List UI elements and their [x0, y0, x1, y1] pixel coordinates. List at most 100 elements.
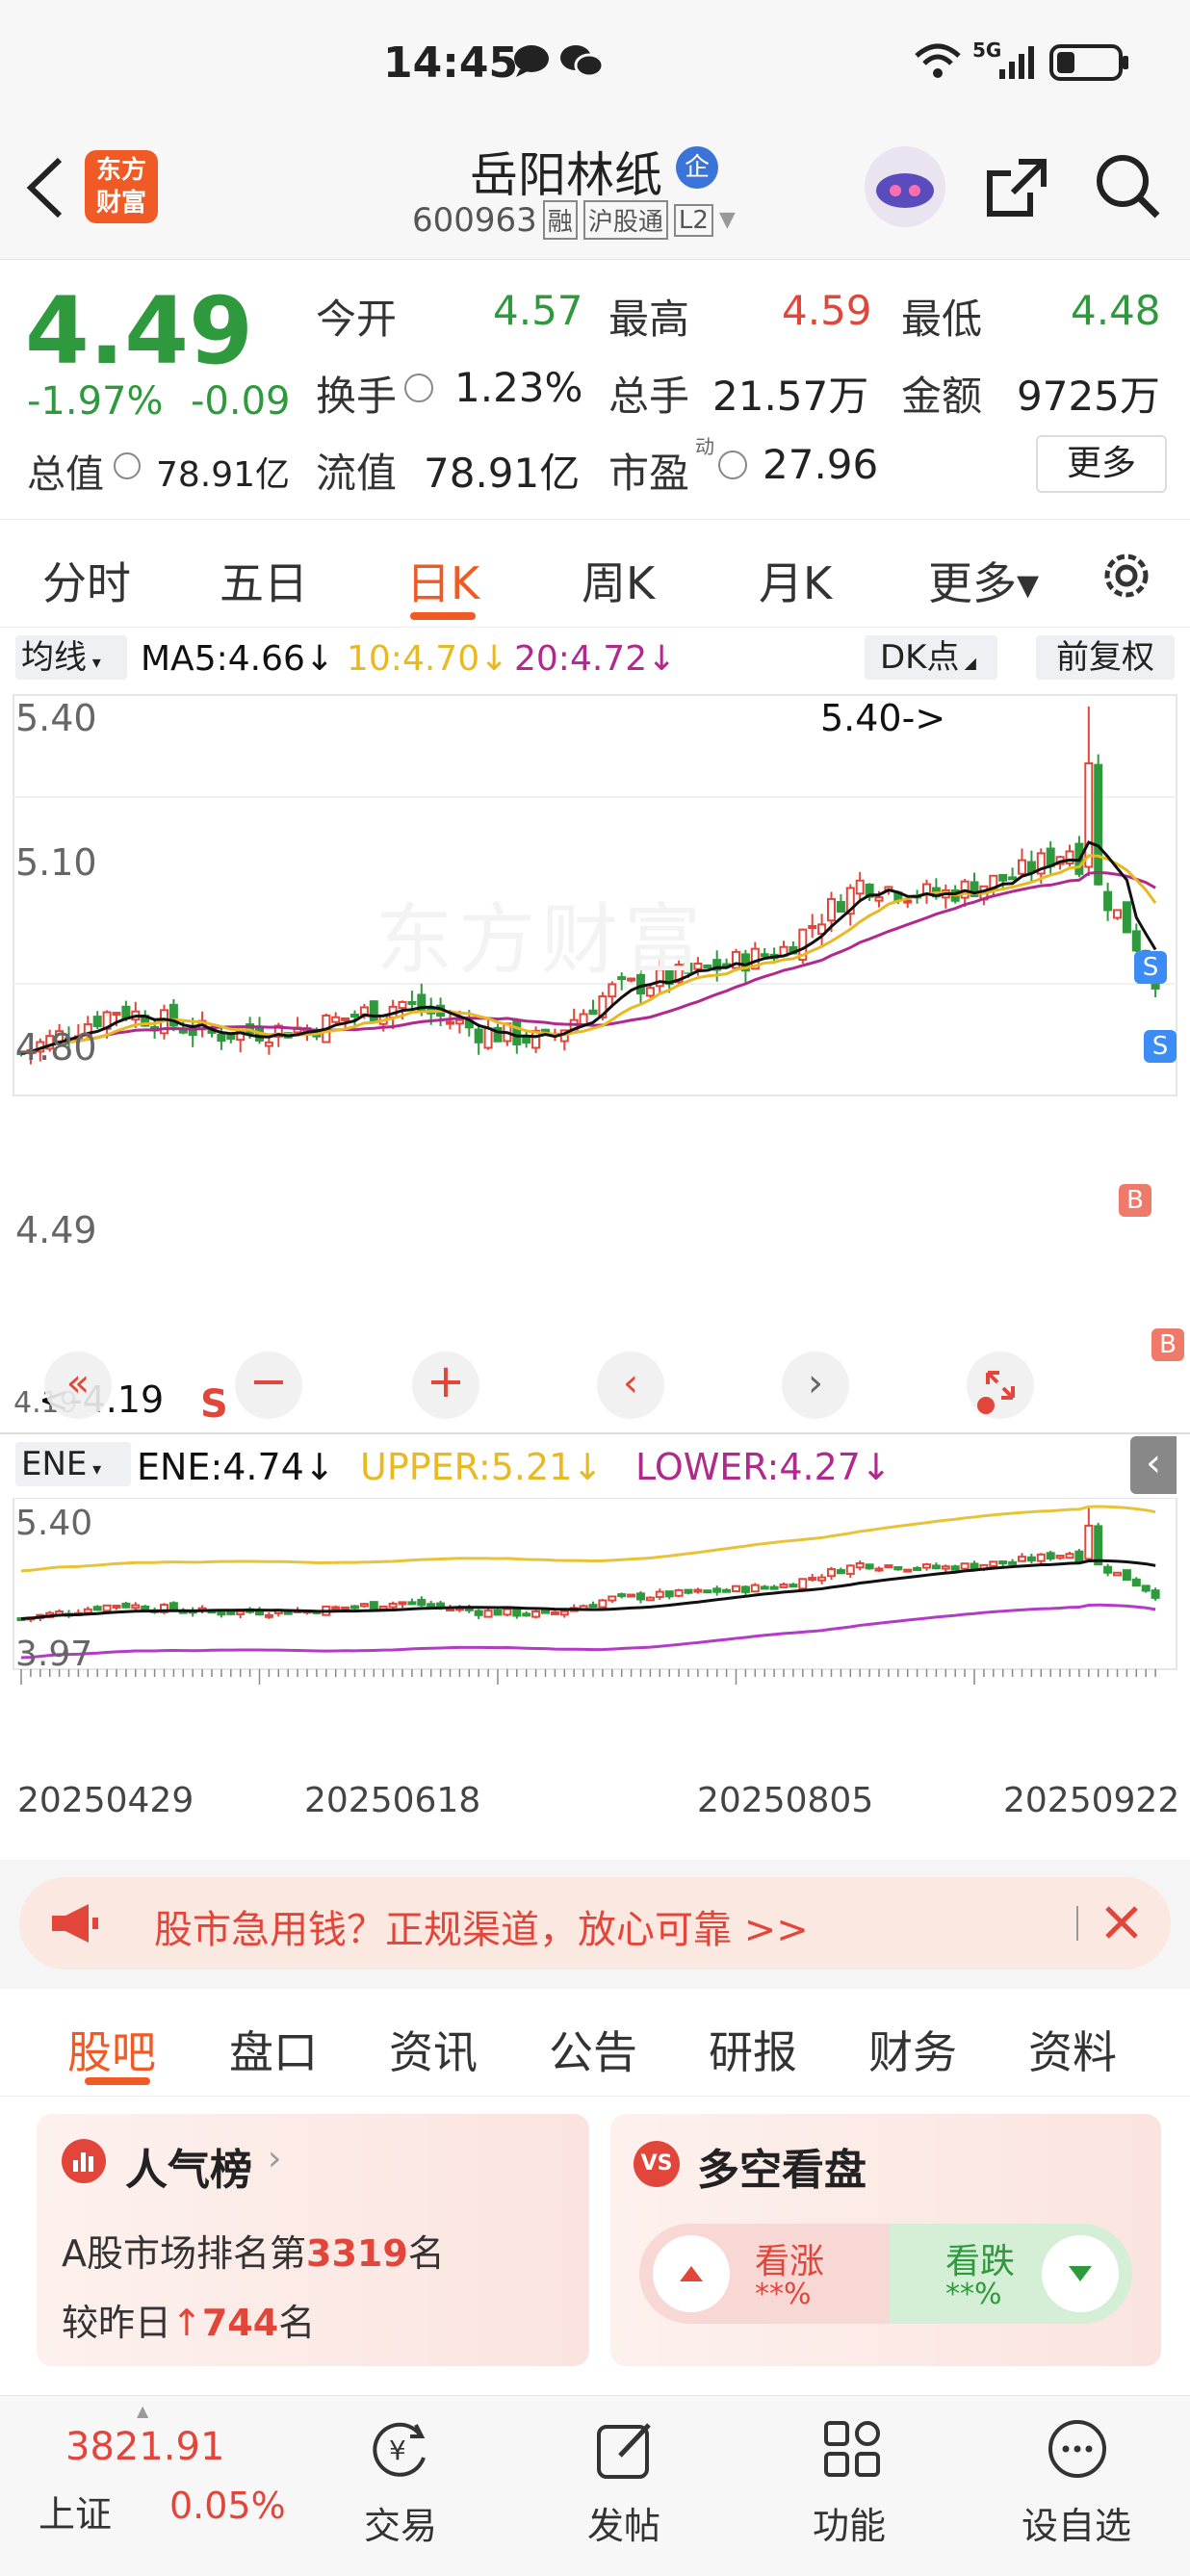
candle	[1026, 861, 1036, 874]
tab-profile[interactable]: 资料	[1028, 2018, 1117, 2081]
current-price: 4.49	[25, 277, 253, 385]
info-icon[interactable]	[718, 451, 747, 479]
zoom-in-icon[interactable]: +	[412, 1352, 479, 1419]
ene-candle	[407, 1601, 417, 1606]
tab-forum[interactable]: 股吧	[67, 2018, 156, 2081]
signal-sell-2[interactable]: S	[1144, 1030, 1177, 1063]
ene-value: ENE:4.74↓	[137, 1446, 335, 1488]
ene-candle	[903, 1568, 913, 1573]
candle	[827, 897, 836, 922]
rank-prefix: A股市场排名第	[62, 2232, 306, 2275]
ene-selector-label: ENE	[21, 1445, 88, 1483]
ene-candle	[617, 1593, 627, 1598]
index-name[interactable]: 上证	[39, 2485, 112, 2537]
dk-point-button[interactable]: DK点 ◢	[865, 635, 997, 680]
open-label: 今开	[316, 296, 398, 343]
scroll-fast-left-icon[interactable]: «	[44, 1352, 112, 1419]
bear-button[interactable]: 看跌 **%	[890, 2224, 1132, 2324]
tab-weekly-k[interactable]: 周K	[582, 549, 655, 612]
signal-buy-2[interactable]: B	[1151, 1328, 1184, 1361]
collapse-panel-icon[interactable]: ‹	[1130, 1436, 1177, 1494]
ene-selector[interactable]: ENE ▾	[15, 1442, 131, 1486]
ene-candle	[836, 1569, 845, 1575]
candle	[112, 1012, 121, 1017]
status-time: 14:45	[383, 39, 519, 88]
ene-candle	[865, 1563, 874, 1570]
fullscreen-icon[interactable]	[967, 1352, 1034, 1419]
candle	[522, 1037, 531, 1044]
functions-grid-icon[interactable]	[820, 2415, 888, 2486]
candle	[398, 1000, 407, 1010]
tab-orderbook[interactable]: 盘口	[229, 2018, 318, 2081]
nav-trade[interactable]: 交易	[333, 2496, 468, 2549]
rank-suffix: 名	[407, 2232, 445, 2275]
ene-candle	[855, 1561, 865, 1569]
tab-research[interactable]: 研报	[709, 2018, 797, 2081]
settings-gear-icon[interactable]	[1098, 547, 1155, 608]
chevron-down-icon[interactable]: ▼	[719, 208, 736, 232]
tab-announcements[interactable]: 公告	[549, 2018, 637, 2081]
stock-name: 岳阳林纸	[470, 147, 662, 203]
candle	[1008, 876, 1018, 881]
trade-icon[interactable]: ¥	[366, 2415, 433, 2486]
search-icon[interactable]	[1094, 152, 1163, 225]
high-value: 4.59	[782, 287, 872, 334]
ene-candle	[350, 1605, 359, 1610]
ad-banner[interactable]: 股市急用钱？正规渠道，放心可靠 >>	[19, 1877, 1171, 1970]
candle	[541, 1028, 550, 1033]
post-icon[interactable]	[593, 2415, 660, 2486]
more-button[interactable]: 更多	[1036, 435, 1167, 493]
amount-value: 9725万	[1017, 373, 1160, 420]
candle	[474, 1028, 483, 1043]
popularity-card[interactable]: 人气榜 › A股市场排名第3319名 较昨日↑744名	[37, 2114, 589, 2366]
ene-candle	[950, 1565, 960, 1571]
tab-five-day[interactable]: 五日	[220, 549, 308, 612]
ene-candle	[845, 1564, 855, 1575]
ene-candle	[1018, 1556, 1026, 1562]
candle	[359, 1006, 369, 1016]
ene-candle	[588, 1604, 598, 1609]
ene-candle	[503, 1608, 512, 1616]
index-value[interactable]: 3821.91	[65, 2425, 224, 2469]
info-icon[interactable]	[114, 452, 141, 479]
tab-more[interactable]: 更多▾	[928, 549, 1039, 612]
close-icon[interactable]	[1098, 1898, 1146, 1950]
y-label-top: 5.40	[15, 697, 97, 739]
add-watchlist-icon[interactable]	[1044, 2415, 1111, 2486]
divider	[0, 1432, 1190, 1434]
share-icon[interactable]	[984, 154, 1051, 225]
adjust-button[interactable]: 前复权	[1036, 635, 1175, 680]
ene-candle	[798, 1578, 808, 1590]
ad-text[interactable]: 股市急用钱？正规渠道，放心可靠 >>	[154, 1898, 809, 1954]
signal-buy-1[interactable]: B	[1119, 1184, 1151, 1217]
ene-candle	[722, 1588, 732, 1593]
ene-candle	[703, 1589, 712, 1594]
nav-post[interactable]: 发帖	[556, 2496, 691, 2549]
ene-upper: UPPER:5.21↓	[360, 1446, 604, 1488]
tab-daily-k[interactable]: 日K	[406, 549, 479, 612]
nav-functions[interactable]: 功能	[782, 2496, 917, 2549]
ene-candle	[998, 1560, 1008, 1565]
scroll-left-icon[interactable]: ‹	[597, 1352, 664, 1419]
candle	[836, 901, 845, 914]
tab-finance[interactable]: 财务	[868, 2018, 957, 2081]
back-icon[interactable]	[21, 154, 69, 225]
assistant-avatar[interactable]	[865, 146, 945, 227]
candle	[92, 1016, 102, 1027]
info-icon[interactable]	[404, 374, 433, 402]
nav-add-watchlist[interactable]: 设自选	[1009, 2496, 1144, 2549]
scroll-right-icon[interactable]: ›	[782, 1352, 849, 1419]
ma-selector[interactable]: 均线 ▾	[15, 635, 127, 680]
bull-button[interactable]: 看涨 **%	[639, 2224, 890, 2324]
tab-intraday[interactable]: 分时	[42, 549, 131, 612]
tab-news[interactable]: 资讯	[389, 2018, 478, 2081]
float-value: 78.91亿	[424, 450, 581, 497]
ene-chart[interactable]	[0, 1498, 1190, 1758]
tab-monthly-k[interactable]: 月K	[759, 549, 832, 612]
signal-sell-1[interactable]: S	[1134, 951, 1167, 984]
eastmoney-logo[interactable]: 东方 财富	[85, 150, 158, 223]
index-change[interactable]: 0.05%	[169, 2485, 286, 2527]
low-value: 4.48	[1071, 287, 1161, 334]
kline-chart-area: 均线 ▾ MA5:4.66↓ 10:4.70↓ 20:4.72↓ DK点 ◢ 前…	[0, 628, 1190, 1860]
zoom-out-icon[interactable]: −	[235, 1352, 302, 1419]
